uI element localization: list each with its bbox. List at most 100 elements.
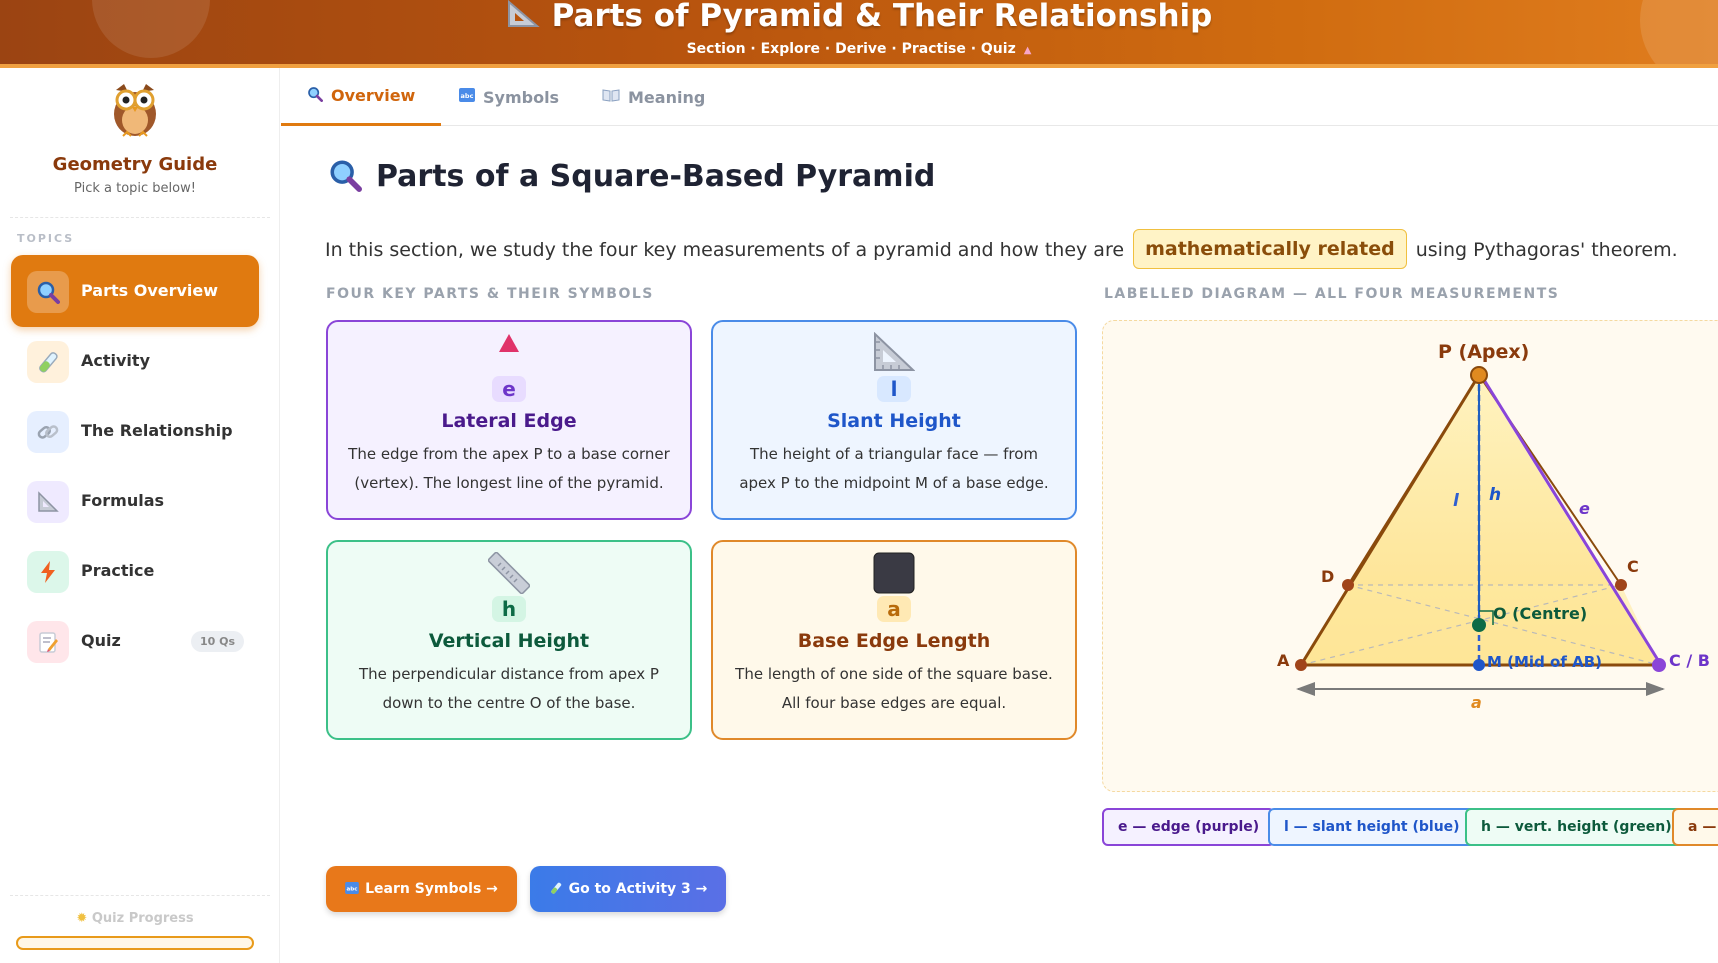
legend-chip-base: a — base edge (amber)	[1672, 808, 1718, 846]
ruler-icon	[328, 552, 690, 594]
card-description: The length of one side of the square bas…	[735, 665, 1053, 712]
vertical-height-label: h	[1489, 485, 1502, 505]
tab-overview[interactable]: Overview	[281, 68, 442, 126]
sidebar-item-label: Activity	[81, 351, 150, 370]
vertex-a-label: A	[1277, 651, 1290, 670]
legend-chip-edge: e — edge (purple)	[1102, 808, 1276, 846]
sidebar-item-label: The Relationship	[81, 421, 233, 440]
memo-icon	[27, 621, 69, 663]
quiz-progress-text: Quiz Progress	[91, 911, 194, 926]
brand-subtitle: Pick a topic below!	[74, 181, 196, 196]
diagram-section-label: LABELLED DIAGRAM — ALL FOUR MEASUREMENTS	[1104, 286, 1560, 302]
card-description: The edge from the apex P to a base corne…	[348, 445, 670, 492]
quiz-count-badge: 10 Qs	[191, 631, 245, 652]
vertex-cb-label: C / B	[1669, 651, 1710, 670]
base-edge-label: a	[1471, 693, 1482, 712]
card-base-edge[interactable]: a Base Edge Length The length of one sid…	[711, 540, 1077, 740]
lightning-icon	[27, 551, 69, 593]
sidebar-item-formulas[interactable]: Formulas	[11, 465, 259, 537]
sidebar-item-label: Quiz	[81, 631, 121, 650]
sidebar-item-parts-overview[interactable]: Parts Overview	[11, 255, 259, 327]
sidebar-item-quiz[interactable]: Quiz 10 Qs	[11, 605, 259, 677]
quiz-progress-bar	[16, 936, 254, 950]
tab-symbols[interactable]: abc Symbols	[433, 68, 585, 126]
edge-label: e	[1579, 499, 1590, 518]
magnifier-icon	[27, 271, 69, 313]
brand-name: Geometry Guide	[52, 154, 218, 175]
sidebar-item-relationship[interactable]: The Relationship	[11, 395, 259, 467]
tab-label: Symbols	[483, 87, 560, 107]
app-title: Parts of Pyramid & Their Relationship	[0, 0, 1718, 34]
button-label: Go to Activity 3 →	[568, 881, 708, 897]
triangle-icon: ▲	[1023, 45, 1032, 56]
magnifier-icon	[328, 159, 362, 194]
vertex-c-label: C	[1627, 557, 1639, 576]
symbol-badge: l	[877, 376, 911, 402]
sidebar: Geometry Guide Pick a topic below! TOPIC…	[0, 68, 280, 963]
parts-section-label: FOUR KEY PARTS & THEIR SYMBOLS	[326, 286, 654, 302]
slant-height-label: l	[1453, 491, 1459, 511]
app-subtitle-text: Section · Explore · Derive · Practise · …	[686, 41, 1016, 57]
symbol-badge: h	[492, 596, 526, 622]
legend-chip-height: h — vert. height (green)	[1465, 808, 1688, 846]
svg-text:abc: abc	[461, 92, 474, 100]
triangle-ruler-icon	[713, 332, 1075, 372]
intro-text-start: In this section, we study the four key m…	[325, 239, 1125, 261]
app-title-text: Parts of Pyramid & Their Relationship	[551, 0, 1213, 34]
page-title-text: Parts of a Square-Based Pyramid	[376, 159, 936, 194]
centre-o-label: O (Centre)	[1493, 604, 1588, 623]
highlight-badge: mathematically related	[1133, 229, 1407, 269]
star-icon: ✹	[76, 911, 88, 926]
divider	[10, 217, 270, 218]
abc-icon: abc	[345, 881, 359, 897]
red-triangle-icon	[328, 332, 690, 354]
learn-symbols-button[interactable]: abc Learn Symbols →	[326, 866, 517, 912]
tab-label: Meaning	[628, 87, 706, 107]
page-title: Parts of a Square-Based Pyramid	[328, 158, 935, 194]
card-title: Slant Height	[827, 410, 961, 432]
go-to-activity-button[interactable]: Go to Activity 3 →	[530, 866, 726, 912]
card-slant-height[interactable]: l Slant Height The height of a triangula…	[711, 320, 1077, 520]
symbol-badge: a	[877, 596, 911, 622]
svg-text:abc: abc	[347, 886, 358, 892]
pyramid-diagram: P (Apex) A D C C / B O (Centre) M (Mid o…	[1102, 320, 1718, 792]
sidebar-item-label: Formulas	[81, 491, 165, 510]
vertex-d-label: D	[1321, 567, 1335, 586]
app-header: Parts of Pyramid & Their Relationship Se…	[0, 0, 1718, 66]
intro-text: In this section, we study the four key m…	[325, 229, 1678, 270]
test-tube-icon	[549, 881, 563, 898]
triangle-ruler-icon	[27, 481, 69, 523]
magnifier-icon	[307, 86, 323, 106]
card-lateral-edge[interactable]: e Lateral Edge The edge from the apex P …	[326, 320, 692, 520]
triangle-ruler-icon	[506, 0, 540, 34]
button-label: Learn Symbols →	[365, 881, 498, 897]
card-vertical-height[interactable]: h Vertical Height The perpendicular dist…	[326, 540, 692, 740]
tab-bar: Overview abc Symbols Meaning	[281, 68, 1718, 126]
divider	[10, 895, 270, 896]
link-icon	[27, 411, 69, 453]
quiz-progress-label: ✹ Quiz Progress	[0, 911, 270, 926]
sidebar-item-practice[interactable]: Practice	[11, 535, 259, 607]
legend-chip-slant: l — slant height (blue)	[1268, 808, 1476, 846]
card-title: Lateral Edge	[441, 410, 577, 432]
intro-text-end: using Pythagoras' theorem.	[1415, 239, 1678, 261]
card-title: Vertical Height	[428, 630, 590, 652]
tab-meaning[interactable]: Meaning	[576, 68, 731, 126]
topics-heading: TOPICS	[17, 232, 75, 245]
app-subtitle: Section · Explore · Derive · Practise · …	[0, 41, 1718, 57]
owl-icon	[110, 80, 160, 138]
midpoint-m-label: M (Mid of AB)	[1487, 653, 1602, 671]
symbol-badge: e	[492, 376, 526, 402]
test-tube-icon	[27, 341, 69, 383]
sidebar-item-label: Parts Overview	[81, 281, 219, 300]
card-description: The perpendicular distance from apex P d…	[359, 665, 659, 712]
card-title: Base Edge Length	[797, 630, 991, 652]
abc-icon: abc	[459, 88, 475, 106]
sidebar-item-activity[interactable]: Activity	[11, 325, 259, 397]
sidebar-item-label: Practice	[81, 561, 155, 580]
pyramid-diagram-svg	[1295, 366, 1666, 696]
card-description: The height of a triangular face — from a…	[739, 445, 1049, 492]
tab-label: Overview	[331, 86, 416, 105]
book-icon	[602, 88, 620, 106]
apex-label: P (Apex)	[1438, 341, 1530, 363]
